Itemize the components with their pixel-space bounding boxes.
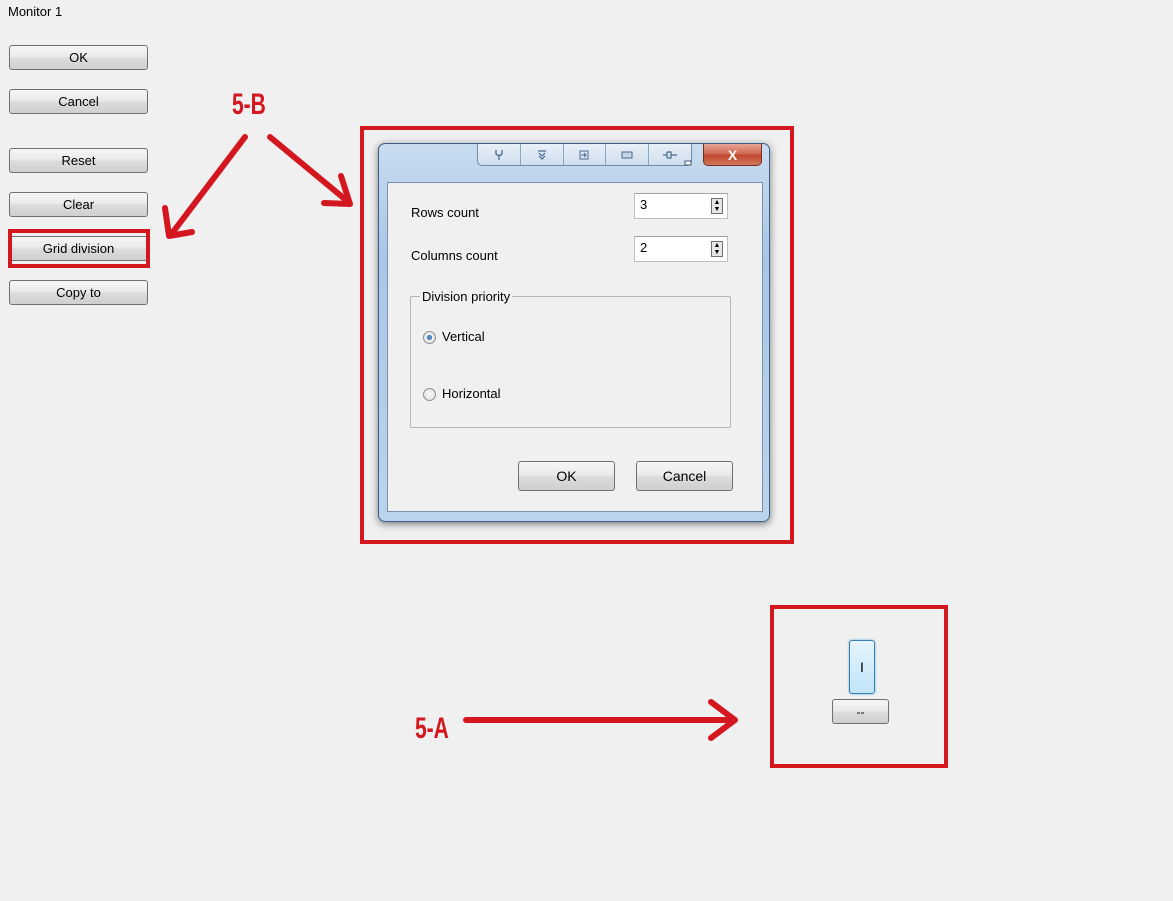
ok-button[interactable]: OK bbox=[9, 45, 148, 70]
arrow-head-dialog bbox=[321, 173, 353, 207]
horizontal-radio-label[interactable]: Horizontal bbox=[442, 386, 501, 401]
columns-count-value[interactable]: 2 bbox=[640, 240, 647, 255]
rows-count-label: Rows count bbox=[411, 205, 479, 220]
vertical-radio-label[interactable]: Vertical bbox=[442, 329, 485, 344]
annotation-label-5a: 5-A bbox=[415, 712, 449, 745]
columns-count-label: Columns count bbox=[411, 248, 498, 263]
arrow-up-icon[interactable]: ▲ bbox=[714, 199, 721, 206]
vertical-radio[interactable] bbox=[423, 331, 436, 344]
window-title: Monitor 1 bbox=[8, 4, 63, 19]
arrow-down-icon[interactable]: ▼ bbox=[714, 206, 721, 213]
enter-icon[interactable] bbox=[564, 144, 607, 165]
division-priority-group bbox=[410, 296, 731, 428]
cancel-button[interactable]: Cancel bbox=[9, 89, 148, 114]
titlebar-toolbar bbox=[477, 144, 692, 166]
reset-button[interactable]: Reset bbox=[9, 148, 148, 173]
division-priority-title: Division priority bbox=[420, 289, 513, 304]
arrow-to-dialog bbox=[267, 134, 349, 203]
arrow-head-widget bbox=[708, 699, 738, 741]
copy-to-button[interactable]: Copy to bbox=[9, 280, 148, 305]
arrow-up-icon[interactable]: ▲ bbox=[714, 242, 721, 249]
rows-count-value[interactable]: 3 bbox=[640, 197, 647, 212]
pin-icon[interactable] bbox=[521, 144, 564, 165]
clear-button[interactable]: Clear bbox=[9, 192, 148, 217]
wrench-icon[interactable] bbox=[478, 144, 521, 165]
annotation-label-5b: 5-B bbox=[232, 88, 266, 121]
columns-count-spinner[interactable]: 2 ▲ ▼ bbox=[634, 236, 728, 262]
dash-button[interactable]: -- bbox=[832, 699, 889, 724]
close-icon[interactable]: X bbox=[703, 144, 762, 166]
dialog-cancel-button[interactable]: Cancel bbox=[636, 461, 733, 491]
arrow-down-icon[interactable]: ▼ bbox=[714, 249, 721, 256]
arrow-head-grid-division bbox=[162, 205, 195, 239]
dialog-ok-button[interactable]: OK bbox=[518, 461, 615, 491]
keyboard-icon[interactable] bbox=[606, 144, 650, 165]
rows-count-spinner[interactable]: 3 ▲ ▼ bbox=[634, 193, 728, 219]
minimize-icon[interactable] bbox=[676, 150, 700, 166]
columns-count-updown[interactable]: ▲ ▼ bbox=[711, 241, 723, 257]
arrow-to-grid-division bbox=[170, 134, 248, 235]
rows-count-updown[interactable]: ▲ ▼ bbox=[711, 198, 723, 214]
horizontal-radio[interactable] bbox=[423, 388, 436, 401]
grid-division-highlight bbox=[8, 229, 150, 268]
split-toggle-button[interactable]: I bbox=[849, 640, 875, 694]
